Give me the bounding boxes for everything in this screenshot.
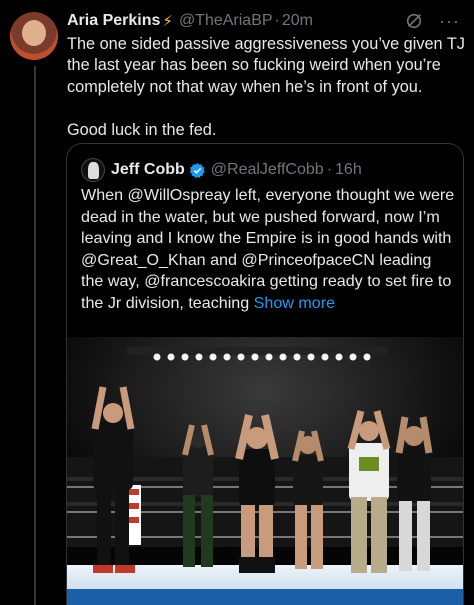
- post-text: The one sided passive aggressiveness you…: [67, 35, 465, 139]
- separator-dot: ·: [326, 161, 333, 178]
- lightning-bolt-icon: ⚡: [162, 13, 173, 30]
- quote-author-name[interactable]: Jeff Cobb: [111, 161, 185, 179]
- thread-line: [34, 66, 36, 605]
- quote-author-handle[interactable]: @RealJeffCobb: [211, 161, 324, 179]
- show-more-link[interactable]: Show more: [254, 294, 335, 312]
- quote-text: When @WillOspreay left, everyone thought…: [81, 185, 457, 314]
- separator-dot: ·: [274, 12, 280, 29]
- quote-header: Jeff Cobb @RealJeffCobb · 16h: [81, 158, 453, 182]
- quote-avatar[interactable]: [81, 158, 105, 182]
- wrestling-ring-photo: [67, 337, 463, 605]
- quote-time[interactable]: 16h: [335, 161, 362, 179]
- quoted-post[interactable]: Jeff Cobb @RealJeffCobb · 16h When @Will…: [66, 143, 464, 605]
- avatar[interactable]: [10, 12, 58, 60]
- author-handle[interactable]: @TheAriaBP: [179, 12, 273, 30]
- post-time[interactable]: 20m: [282, 12, 313, 30]
- verified-badge-icon: [189, 162, 205, 178]
- more-icon[interactable]: ···: [439, 12, 460, 30]
- post-header: Aria Perkins ⚡ @TheAriaBP · 20m ···: [67, 10, 460, 32]
- grok-icon[interactable]: [405, 12, 423, 30]
- quote-photo[interactable]: [67, 337, 463, 605]
- author-name[interactable]: Aria Perkins: [67, 12, 160, 30]
- header-actions: ···: [405, 12, 460, 30]
